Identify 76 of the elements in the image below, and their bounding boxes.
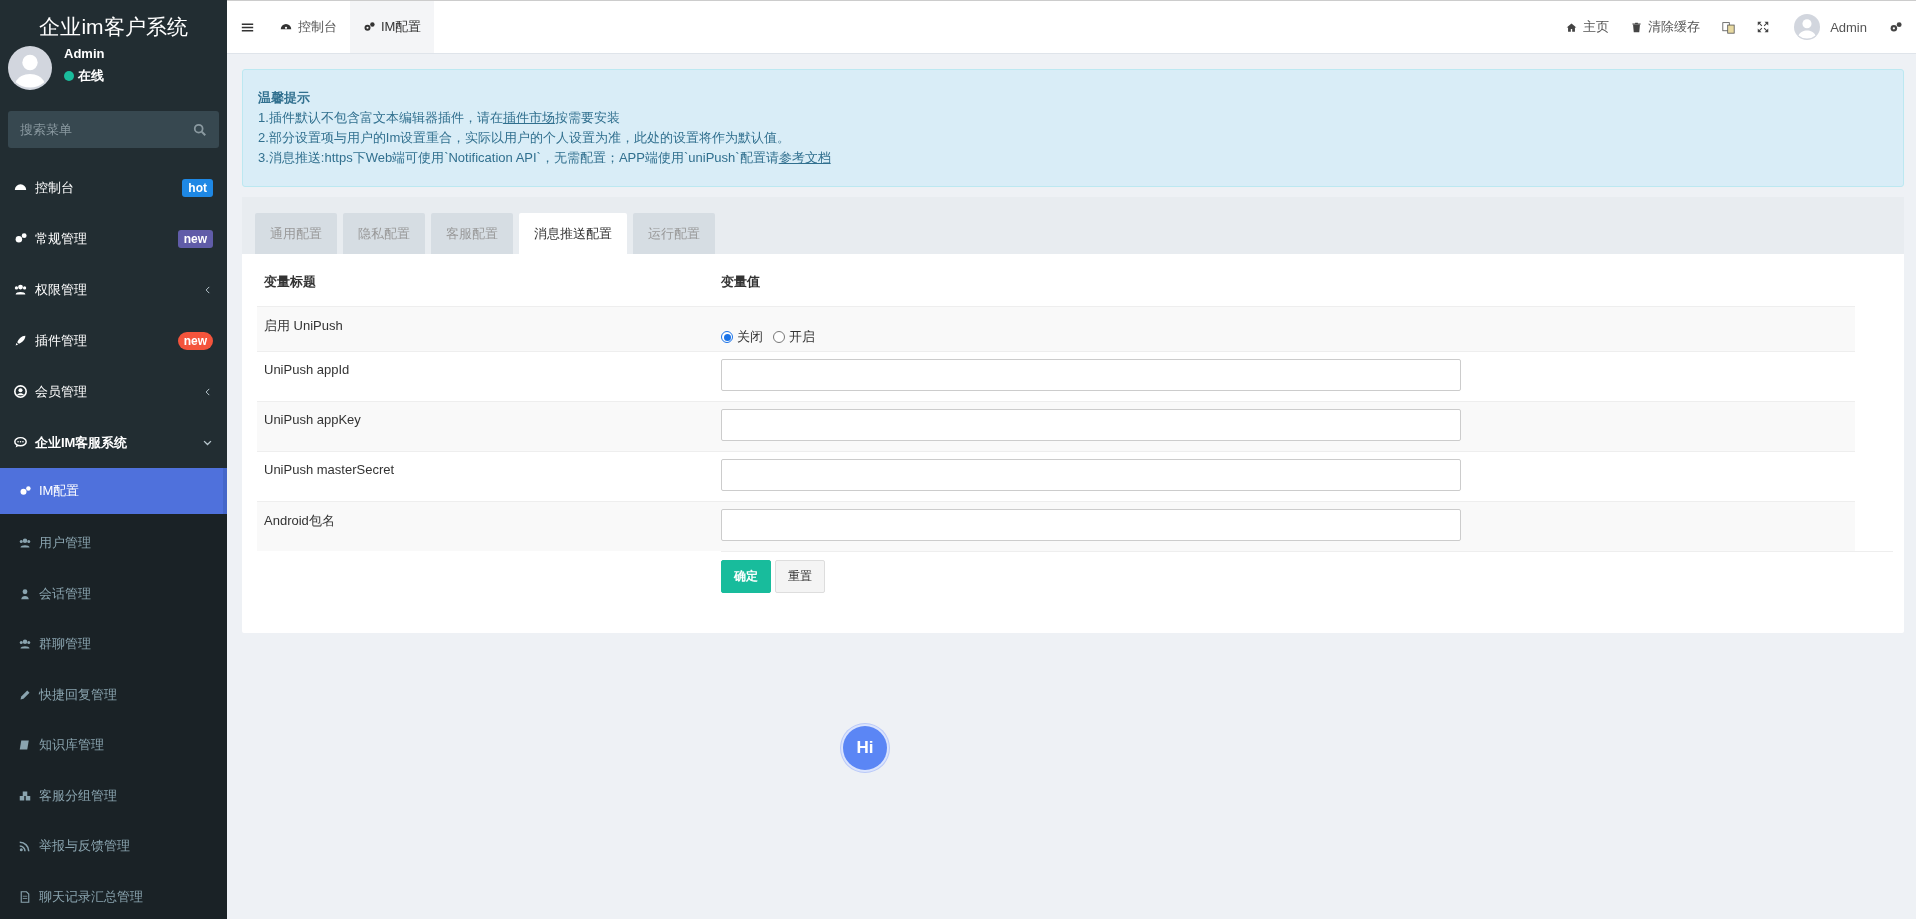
menu-icon bbox=[240, 20, 254, 34]
input-field[interactable] bbox=[721, 459, 1461, 491]
menu-item[interactable]: 插件管理 new bbox=[0, 315, 227, 366]
menu-icon bbox=[14, 385, 27, 398]
status-dot bbox=[64, 71, 74, 81]
menu-icon bbox=[19, 789, 31, 802]
menu-item[interactable]: 用户管理 bbox=[0, 518, 227, 569]
radio-button[interactable] bbox=[721, 331, 733, 343]
menu-item[interactable]: 企业IM客服系统 bbox=[0, 417, 227, 468]
field-label: UniPush appKey bbox=[264, 412, 361, 427]
chat-button[interactable]: Hi bbox=[843, 726, 887, 770]
user-avatar bbox=[8, 46, 52, 90]
menu-badge: hot bbox=[182, 178, 213, 197]
link-icon bbox=[1566, 21, 1578, 33]
user-menu[interactable]: Admin bbox=[1780, 1, 1881, 53]
settings-icon bbox=[1889, 20, 1902, 34]
menu-item[interactable]: 举报与反馈管理 bbox=[0, 821, 227, 872]
menu-icon bbox=[14, 232, 27, 245]
tab-icon bbox=[363, 21, 375, 33]
menu-item[interactable]: 控制台 hot bbox=[0, 162, 227, 213]
column-header: 变量标题 bbox=[264, 274, 316, 289]
user-status: 在线 bbox=[78, 67, 104, 85]
menu-item[interactable]: 会员管理 bbox=[0, 366, 227, 417]
input-field[interactable] bbox=[721, 409, 1461, 441]
input-field[interactable] bbox=[721, 509, 1461, 541]
field-label: UniPush masterSecret bbox=[264, 462, 395, 477]
notice-link[interactable]: 参考文档 bbox=[778, 150, 831, 165]
notice-text: 3.消息推送:https下Web端可使用`Notification API`，无需配置；APP端使用`uniPush`配置请参考文档 bbox=[258, 149, 832, 167]
notice-text: 1.插件默认不包含富文本编辑器插件，请在插件市场按需要安装 bbox=[258, 109, 621, 127]
fullscreen-icon bbox=[1757, 21, 1770, 33]
menu-icon bbox=[19, 485, 31, 497]
menu-icon bbox=[19, 739, 31, 752]
menu-item[interactable]: 知识库管理 bbox=[0, 720, 227, 771]
menu-icon bbox=[19, 537, 31, 550]
menu-item[interactable]: 群聊管理 bbox=[0, 619, 227, 670]
menu-item[interactable]: 常规管理 new bbox=[0, 213, 227, 264]
radio-option[interactable]: 开启 bbox=[773, 328, 815, 346]
menu-icon bbox=[19, 840, 31, 853]
search-field[interactable]: 搜索菜单 bbox=[8, 111, 219, 148]
menu-item[interactable]: 会话管理 bbox=[0, 568, 227, 619]
field-label: 启用 UniPush bbox=[264, 318, 343, 333]
menu-item[interactable]: 聊天记录汇总管理 bbox=[0, 871, 227, 919]
menu-item[interactable]: 客服分组管理 bbox=[0, 770, 227, 821]
menu-icon bbox=[14, 334, 27, 347]
link-icon bbox=[1631, 21, 1643, 33]
toolbar-link[interactable]: 主页 bbox=[1555, 1, 1621, 53]
search-icon bbox=[193, 123, 207, 137]
menu-icon bbox=[14, 283, 27, 296]
field-label: UniPush appId bbox=[264, 362, 350, 377]
menu-icon bbox=[19, 638, 31, 651]
translate-icon bbox=[1722, 20, 1736, 34]
menu-item[interactable]: 权限管理 bbox=[0, 264, 227, 315]
toolbar-link[interactable]: 清除缓存 bbox=[1620, 1, 1712, 53]
menu-icon bbox=[14, 436, 27, 449]
menu-icon bbox=[19, 587, 31, 600]
menu-icon bbox=[19, 688, 31, 701]
field-label: Android包名 bbox=[264, 513, 335, 528]
config-tab[interactable]: 消息推送配置 bbox=[519, 213, 627, 254]
menu-item[interactable]: IM配置 bbox=[0, 468, 227, 514]
menu-icon bbox=[19, 890, 31, 903]
menu-badge: new bbox=[177, 331, 213, 350]
notice-text: 2.部分设置项与用户的Im设置重合，实际以用户的个人设置为准，此处的设置将作为默认值。 bbox=[258, 129, 792, 147]
page-tab[interactable]: IM配置 bbox=[350, 1, 435, 53]
notice-link[interactable]: 插件市场 bbox=[502, 110, 555, 125]
input-field[interactable] bbox=[721, 359, 1461, 391]
page-tab[interactable]: 控制台 bbox=[267, 1, 350, 53]
avatar-icon bbox=[1794, 14, 1821, 40]
user-name: Admin bbox=[64, 46, 105, 61]
menu-item[interactable]: 快捷回复管理 bbox=[0, 669, 227, 720]
menu-badge: new bbox=[177, 229, 213, 248]
column-header: 变量值 bbox=[721, 273, 760, 291]
app-title: 企业im客户系统 bbox=[39, 14, 188, 40]
notice-title: 温馨提示 bbox=[258, 89, 311, 107]
reset-button[interactable]: 重置 bbox=[775, 560, 825, 593]
radio-button[interactable] bbox=[773, 331, 785, 343]
radio-option[interactable]: 关闭 bbox=[721, 328, 763, 346]
